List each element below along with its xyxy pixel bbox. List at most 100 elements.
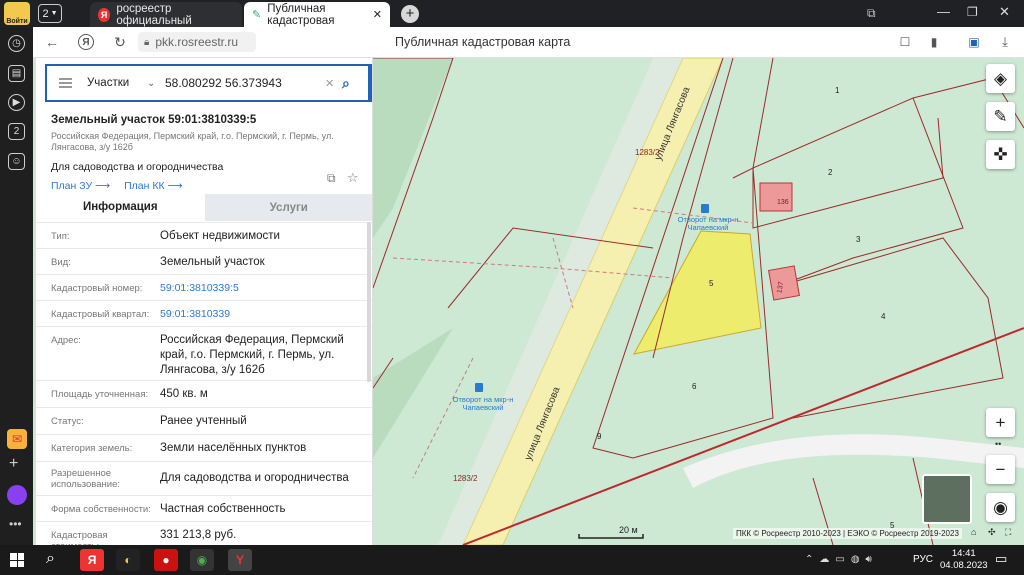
parcel-number: 5 (709, 279, 714, 288)
yandex-app-icon[interactable]: Я (80, 549, 104, 571)
bookmark-icon[interactable]: ▮ (925, 33, 943, 51)
layers-button[interactable]: ◈ (986, 64, 1015, 93)
parcel-number: 3 (856, 235, 861, 244)
parcel-title: Земельный участок 59:01:3810339:5 (51, 114, 257, 126)
field-ownership: Форма собственности: Частная собственност… (36, 495, 372, 521)
add-panel-icon[interactable]: + (9, 455, 18, 473)
tab-pkk[interactable]: ✎ Публичная кадастровая ✕ (244, 2, 390, 27)
bus-stop-icon[interactable] (475, 383, 483, 392)
cadastral-number-link[interactable]: 59:01:3810339:5 (160, 281, 360, 296)
more-icon[interactable]: ••• (9, 517, 22, 531)
mail-icon[interactable]: ✉ (7, 429, 27, 449)
tab-rosreestr-search[interactable]: Я росреестр официальный (90, 2, 242, 27)
reader-icon[interactable]: ☐ (896, 33, 914, 51)
search-input[interactable]: 58.080292 56.373943 (165, 76, 282, 90)
taskbar-app-icon[interactable]: ◐ (116, 549, 140, 571)
windows-taskbar: ⌕ Я ◐ ● ◉ Y ⌃☁▭◍🔊︎ РУС 14:41 04.08.2023 … (0, 545, 1024, 575)
alice-icon[interactable] (7, 485, 27, 505)
extension-icon[interactable]: ▣ (965, 33, 983, 51)
layers-icon: ◈ (993, 68, 1008, 88)
parcel-purpose: Для садоводства и огородничества (51, 161, 224, 173)
building-136[interactable] (759, 182, 793, 212)
tab-counter[interactable]: 2 ▼ (38, 4, 62, 23)
notifications-icon[interactable]: ▭ (995, 551, 1007, 567)
field-status: Статус: Ранее учтенный (36, 407, 372, 434)
field-cadastral-value: Кадастровая стоимость:331 213,8 руб. (36, 521, 372, 545)
language-indicator[interactable]: РУС (913, 554, 933, 565)
parcel-number: 9 (597, 432, 602, 441)
restore-icon[interactable]: ❐ (967, 5, 978, 19)
parcel-header: Земельный участок 59:01:3810339:5 Россий… (51, 114, 371, 192)
search-icon[interactable]: ⌕ (46, 550, 55, 568)
plus-icon: + (995, 412, 1006, 432)
chevron-down-icon: ▼ (50, 10, 58, 17)
tab-services[interactable]: Услуги (204, 194, 372, 221)
clear-icon[interactable]: ✕ (325, 77, 334, 90)
panel-scrollbar[interactable] (367, 222, 371, 382)
satellite-thumbnail[interactable] (922, 474, 972, 524)
time: 14:41 (951, 548, 976, 559)
tab-info[interactable]: Информация (36, 194, 205, 221)
bus-stop-icon[interactable] (701, 204, 709, 213)
tray-icons[interactable]: ⌃☁▭◍🔊︎ (805, 554, 878, 565)
cadastral-quarter-link[interactable]: 59:01:3810339 (160, 307, 360, 322)
close-window-icon[interactable]: ✕ (999, 4, 1010, 20)
zoom-out-button[interactable]: − (986, 455, 1015, 484)
collapse-panel-button[interactable]: ‹ (370, 64, 372, 102)
reload-icon[interactable]: ↻ (111, 33, 129, 51)
clock[interactable]: 14:41 04.08.2023 (940, 548, 988, 572)
downloads-icon[interactable]: ⤓ (996, 33, 1014, 51)
map-copyright: ПКК © Росреестр 2010-2023 | ЕЭКО © Росре… (733, 528, 962, 539)
menu-icon[interactable] (59, 78, 72, 80)
copy-icon[interactable]: ⧉ (327, 171, 336, 186)
field-cadastral-quarter: Кадастровый квартал: 59:01:3810339 (36, 300, 372, 326)
compass-button[interactable]: ◉ (986, 493, 1015, 522)
scale-label: 20 м (619, 525, 638, 535)
parcel-number: 6 (692, 382, 697, 391)
parcel-number: 1 (835, 86, 840, 95)
page-title: Публичная кадастровая карта (395, 35, 571, 49)
field-kind: Вид: Земельный участок (36, 248, 372, 274)
search-icon[interactable]: ⌕ (342, 75, 350, 92)
settings-icon[interactable]: ✣ (988, 527, 996, 538)
home-icon[interactable]: ⌂ (971, 527, 976, 537)
profile-button[interactable]: Войти (4, 2, 30, 25)
measure-button[interactable]: ✎ (986, 102, 1015, 131)
star-icon[interactable]: ☆ (347, 170, 359, 186)
locate-button[interactable]: ✜ (986, 140, 1015, 169)
windows-start-icon[interactable] (10, 553, 24, 567)
plan-kk-link[interactable]: План КК ⟶ (124, 180, 182, 192)
sidebar-badge-icon[interactable]: 2 (8, 123, 25, 140)
plan-zu-link[interactable]: План ЗУ ⟶ (51, 180, 110, 192)
yandex-browser-icon[interactable]: Y (228, 549, 252, 571)
info-panel: Участки ⌄ 58.080292 56.373943 ✕ ⌕ ‹ Земе… (36, 58, 373, 545)
tab-close-icon[interactable]: ✕ (373, 8, 382, 21)
compass-icon: ◉ (993, 497, 1008, 517)
fullscreen-icon[interactable]: ⛶ (1005, 527, 1011, 538)
history-icon[interactable]: ◷ (8, 35, 25, 52)
minimize-icon[interactable]: — (937, 4, 950, 19)
field-permitted-use: Разрешенное использование: Для садоводств… (36, 461, 372, 495)
building-label: 136 (777, 199, 789, 206)
new-tab-button[interactable]: + (401, 5, 419, 23)
back-arrow-icon[interactable]: ← (43, 33, 61, 51)
bookmarks-icon[interactable]: ⧉ (867, 6, 876, 21)
chevron-down-icon[interactable]: ⌄ (147, 78, 155, 89)
category-select[interactable]: Участки (87, 77, 129, 89)
messenger-icon[interactable]: ☺ (8, 153, 25, 170)
field-area: Площадь уточненная: 450 кв. м (36, 380, 372, 407)
ruler-icon: ✎ (993, 106, 1008, 126)
video-icon[interactable]: ▶ (8, 94, 25, 111)
minus-icon: − (995, 459, 1006, 479)
browser-sidebar: ◷ ▤ ▶ 2 ☺ ✉ + ••• (0, 27, 33, 545)
url-field[interactable]: 🔒︎ pkk.rosreestr.ru (138, 32, 256, 52)
collections-icon[interactable]: ▤ (8, 65, 25, 82)
parcel-address: Российская Федерация, Пермский край, г.о… (51, 131, 334, 152)
yandex-icon[interactable]: Я (78, 34, 94, 50)
chrome-icon[interactable]: ◉ (190, 549, 214, 571)
sidebar-badge: 2 (13, 126, 20, 137)
taskbar-app-icon[interactable]: ● (154, 549, 178, 571)
bus-stop-label: Отворот на мкр-н Чапаевский (677, 215, 739, 232)
field-cadastral-number: Кадастровый номер: 59:01:3810339:5 (36, 274, 372, 300)
zoom-in-button[interactable]: + (986, 408, 1015, 437)
